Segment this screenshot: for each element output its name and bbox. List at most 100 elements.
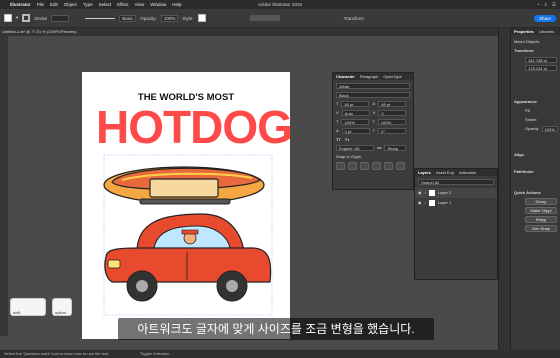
- menu-effect[interactable]: Effect: [117, 2, 128, 7]
- layer-name[interactable]: Layer 1: [438, 200, 451, 206]
- document-tab[interactable]: Untitled-1.ai* @ 77.01 % (CMYK/Preview): [0, 28, 500, 36]
- character-panel: Character Paragraph OpenType Alfrae Blac…: [332, 72, 414, 190]
- make-clipping-mask-button[interactable]: Make Clippi: [525, 207, 557, 214]
- video-subtitle: 아트워크도 글자에 맞게 사이즈를 조금 변형을 했습니다.: [118, 318, 434, 340]
- fill-label[interactable]: Fill: [525, 108, 557, 113]
- group-button[interactable]: Group: [525, 198, 557, 205]
- toggle-selection-label[interactable]: Toggle Selection: [140, 350, 169, 358]
- opacity-input[interactable]: 100%: [160, 14, 179, 22]
- selection-type: Mixed Objects: [514, 39, 540, 44]
- layer-row[interactable]: ◉ › Layer 2: [415, 188, 497, 198]
- font-size-input[interactable]: 40 pt: [341, 101, 370, 107]
- transform-heading: Transform: [514, 48, 534, 53]
- small-caps-button[interactable]: Tт: [345, 137, 349, 142]
- snap-xheight-button[interactable]: [348, 162, 357, 170]
- language-select[interactable]: English: UK: [336, 145, 374, 151]
- layer-row[interactable]: ◉ › Layer 1: [415, 198, 497, 208]
- layers-search-input[interactable]: Search All: [418, 179, 494, 185]
- menu-select[interactable]: Select: [99, 2, 112, 7]
- control-center-icon[interactable]: ☰: [552, 2, 556, 8]
- menu-view[interactable]: View: [135, 2, 145, 7]
- share-button[interactable]: Share: [533, 14, 556, 22]
- generate-shape-button[interactable]: Gen Shap: [525, 225, 557, 232]
- brush-select[interactable]: Basic: [119, 14, 137, 22]
- front-hubcap: [136, 280, 148, 292]
- all-caps-button[interactable]: TT: [336, 137, 341, 142]
- tab-opentype[interactable]: OpenType: [383, 73, 401, 80]
- y-input[interactable]: 178.134 m: [525, 65, 557, 71]
- fill-swatch[interactable]: [4, 14, 12, 22]
- stroke-label[interactable]: Stroke: [525, 117, 557, 122]
- leading-input[interactable]: 48 pt: [378, 101, 407, 107]
- tracking-input[interactable]: 0: [378, 110, 407, 116]
- tab-artboards[interactable]: Artboards: [459, 169, 476, 176]
- antialias-select[interactable]: Sharp: [384, 145, 407, 151]
- chevron-down-icon[interactable]: ▾: [16, 15, 18, 21]
- artboard[interactable]: THE WORLD'S MOST HOTDOG: [82, 72, 293, 339]
- stroke-profile-preview[interactable]: [85, 17, 116, 19]
- hotdog-car-illustration[interactable]: [82, 72, 290, 339]
- stroke-swatch[interactable]: [22, 14, 31, 22]
- font-style-select[interactable]: Black: [336, 92, 410, 98]
- status-bar: Select the 'Question mark' icon to learn…: [0, 350, 560, 358]
- tab-asset-export[interactable]: Asset Exp: [436, 169, 454, 176]
- transform-link[interactable]: Transform: [344, 16, 364, 21]
- option-key-indicator: option: [52, 298, 72, 316]
- menu-edit[interactable]: Edit: [50, 2, 58, 7]
- chevron-right-icon[interactable]: ›: [425, 190, 426, 196]
- headlight: [107, 259, 121, 269]
- snap-anchor-button[interactable]: [396, 162, 405, 170]
- snap-baseline-button[interactable]: [336, 162, 345, 170]
- tab-character[interactable]: Character: [336, 73, 355, 80]
- tools-panel: [0, 36, 8, 336]
- shift-key-indicator: shift: [10, 298, 46, 316]
- opacity-input[interactable]: 100%: [541, 126, 558, 132]
- layers-panel: Layers Asset Exp Artboards Search All ◉ …: [414, 168, 498, 280]
- align-heading: Align: [514, 152, 524, 157]
- align-controls[interactable]: [249, 15, 280, 21]
- vertical-scale-icon: T: [336, 119, 339, 124]
- wifi-icon[interactable]: ◔: [537, 2, 540, 8]
- menu-window[interactable]: Window: [150, 2, 166, 7]
- leading-icon: A: [372, 101, 376, 106]
- snap-bounds-button[interactable]: [360, 162, 369, 170]
- menu-file[interactable]: File: [37, 2, 44, 7]
- tab-libraries[interactable]: Libraries: [539, 28, 554, 35]
- tab-layers[interactable]: Layers: [418, 169, 431, 176]
- snap-angular-button[interactable]: [384, 162, 393, 170]
- eye-icon[interactable]: ◉: [418, 200, 422, 206]
- font-size-icon: T: [336, 101, 339, 106]
- chevron-right-icon[interactable]: ›: [425, 200, 426, 206]
- kerning-input[interactable]: Auto: [341, 110, 370, 116]
- menu-app[interactable]: Illustrator: [10, 2, 31, 7]
- horizontal-scale-input[interactable]: 100%: [377, 119, 406, 125]
- baseline-input[interactable]: 0 pt: [341, 128, 370, 134]
- font-family-input[interactable]: Alfrae: [336, 83, 410, 89]
- retype-button[interactable]: Retyp: [525, 216, 557, 223]
- stroke-weight-input[interactable]: [51, 14, 70, 22]
- bun-front: [149, 178, 219, 198]
- search-icon[interactable]: ⌕: [544, 2, 547, 8]
- vertical-scale-input[interactable]: 100%: [341, 119, 370, 125]
- menu-help[interactable]: Help: [172, 2, 181, 7]
- style-swatch[interactable]: [197, 14, 206, 22]
- stroke-label: Stroke: [34, 15, 48, 21]
- opacity-label: Opacity:: [140, 15, 157, 21]
- snap-proximity-button[interactable]: [372, 162, 381, 170]
- menu-object[interactable]: Object: [64, 2, 77, 7]
- rotate-input[interactable]: 0°: [378, 128, 407, 134]
- x-input[interactable]: 181.738 m: [525, 57, 557, 63]
- mac-menu-bar: Illustrator File Edit Object Type Select…: [0, 0, 560, 9]
- tab-paragraph[interactable]: Paragraph: [360, 73, 379, 80]
- layer-name[interactable]: Layer 2: [438, 190, 451, 196]
- snap-label: Snap to Glyph: [336, 154, 362, 159]
- tab-properties[interactable]: Properties: [514, 28, 534, 35]
- eye-icon[interactable]: ◉: [418, 190, 422, 196]
- status-text: Select the 'Question mark' icon to learn…: [4, 351, 110, 356]
- panel-icon-strip: [498, 28, 510, 350]
- roof-rack: [139, 198, 231, 205]
- style-label: Style:: [182, 15, 194, 21]
- baseline-icon: A: [336, 128, 339, 133]
- menu-type[interactable]: Type: [83, 2, 93, 7]
- opacity-label: Opacity: [525, 126, 539, 131]
